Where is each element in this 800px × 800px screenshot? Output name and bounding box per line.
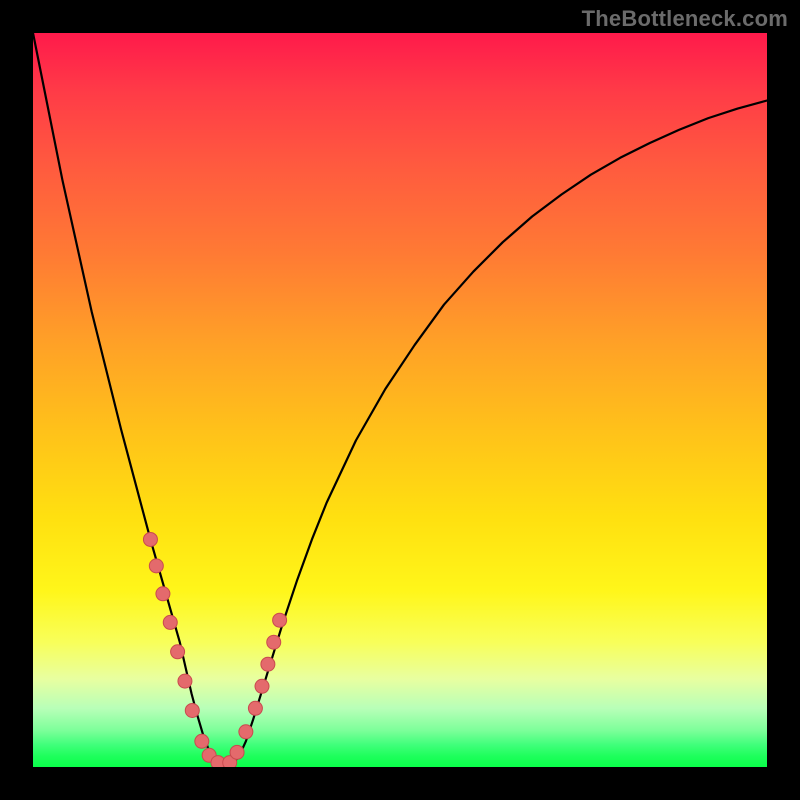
watermark-text: TheBottleneck.com (582, 6, 788, 32)
plot-background (33, 33, 767, 767)
chart-frame: TheBottleneck.com (0, 0, 800, 800)
